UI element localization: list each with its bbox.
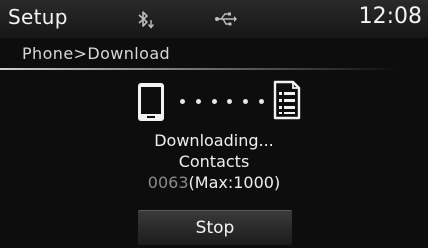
clock: 12:08 — [358, 4, 422, 29]
status-bar: Setup 12:08 — [0, 0, 428, 38]
progress-dot — [227, 98, 233, 104]
download-max: (Max:1000) — [188, 173, 281, 192]
progress-dot — [211, 98, 217, 104]
download-count: 0063 — [147, 173, 189, 192]
usb-icon — [215, 12, 237, 26]
download-screen: Setup 12:08 Phone>Download Downloading..… — [0, 0, 428, 248]
transfer-progress-dots — [180, 96, 264, 106]
progress-dot — [258, 98, 264, 104]
divider — [0, 68, 400, 70]
phone-icon — [138, 83, 164, 121]
download-count-line: 0063(Max:1000) — [0, 173, 428, 192]
download-item: Contacts — [178, 152, 250, 171]
download-status: Downloading... — [154, 131, 274, 150]
contacts-list-icon — [273, 80, 301, 120]
screen-title: Setup — [8, 5, 68, 29]
stop-button[interactable]: Stop — [138, 210, 292, 245]
bluetooth-download-icon — [138, 11, 155, 29]
breadcrumb: Phone>Download — [22, 44, 171, 63]
progress-dot — [195, 98, 201, 104]
progress-dot — [243, 98, 249, 104]
progress-dot — [180, 98, 185, 104]
